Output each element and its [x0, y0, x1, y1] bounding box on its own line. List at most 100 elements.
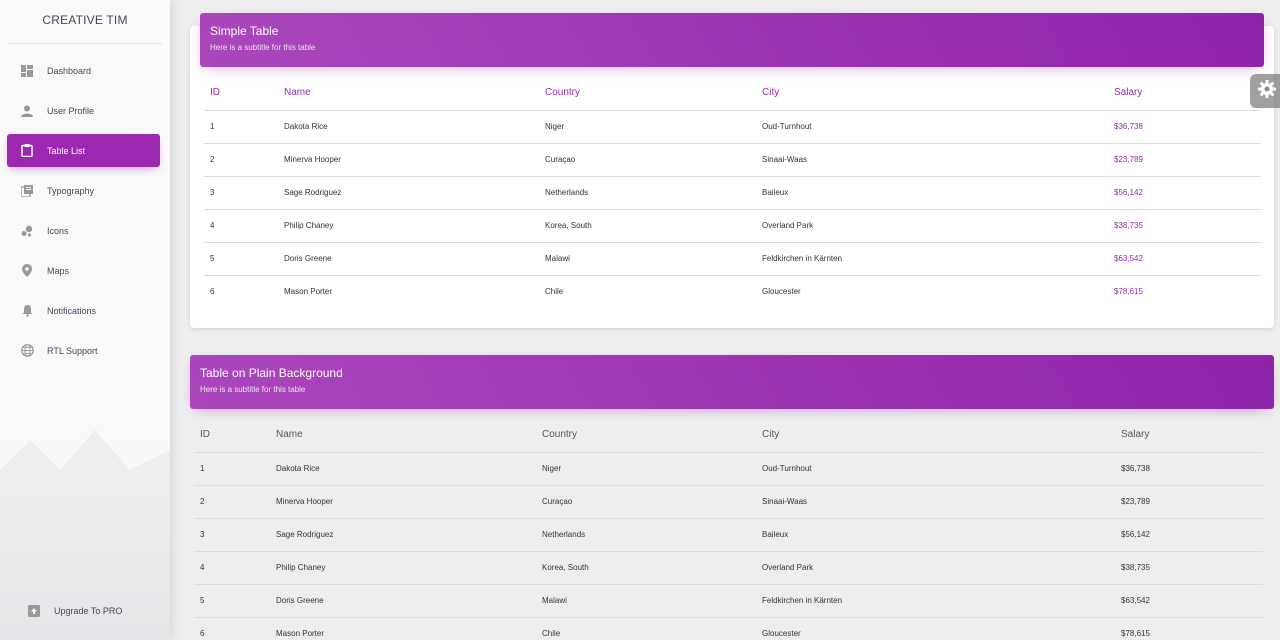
table-header-row: ID Name Country City Salary	[194, 418, 1263, 453]
table-row: 2 Minerva Hooper Curaçao Sinaai-Waas $23…	[194, 485, 1263, 519]
cell-id: 2	[204, 143, 278, 177]
sidebar-item-rtl-support[interactable]: RTL Support	[7, 334, 160, 367]
cell-name: Mason Porter	[284, 287, 333, 297]
table-row: 5 Doris Greene Malawi Feldkirchen in Kär…	[194, 584, 1263, 618]
sidebar-item-upgrade-to-pro[interactable]: Upgrade To PRO	[14, 594, 167, 627]
sidebar-item-notifications[interactable]: Notifications	[7, 294, 160, 327]
sidebar-nav: Dashboard User Profile Table List Typogr…	[0, 54, 170, 374]
column-header-city: City	[756, 76, 1108, 111]
cell-salary: $38,735	[1108, 209, 1261, 243]
cell-salary: $63,542	[1115, 584, 1263, 618]
card-title: Simple Table	[210, 24, 279, 38]
fixed-plugin-toggle[interactable]	[1250, 74, 1280, 108]
brand-logo-text[interactable]: CREATIVE TIM	[0, 0, 170, 44]
column-header-id: ID	[194, 418, 270, 453]
cell-country: Korea, South	[536, 551, 756, 585]
brand-divider	[8, 43, 162, 44]
cell-country: Chile	[545, 287, 564, 297]
column-header-name: Name	[278, 76, 539, 111]
sidebar-item-label: RTL Support	[47, 345, 98, 356]
cell-id: 6	[200, 629, 205, 639]
cell-id: 1	[204, 110, 278, 144]
simple-table-header: Simple Table Here is a subtitle for this…	[200, 13, 1264, 67]
cell-city: Overland Park	[756, 209, 1108, 243]
cell-city: Feldkirchen in Kärnten	[756, 584, 1115, 618]
table-row: 6 Mason Porter Chile Gloucester $78,615	[194, 617, 1263, 640]
cell-country: Chile	[542, 629, 561, 639]
cell-city: Sinaai-Waas	[756, 143, 1108, 177]
cell-name: Dakota Rice	[270, 452, 536, 486]
cell-salary: $23,789	[1108, 143, 1261, 177]
column-header-id: ID	[204, 76, 278, 111]
cell-name: Doris Greene	[278, 242, 539, 276]
column-header-country: Country	[539, 76, 756, 111]
sidebar-item-icons[interactable]: Icons	[7, 214, 160, 247]
cell-city: Oud-Turnhout	[756, 110, 1108, 144]
dashboard-icon	[20, 64, 34, 78]
column-header-salary: Salary	[1115, 418, 1263, 453]
cell-name: Minerva Hooper	[278, 143, 539, 177]
bubble-chart-icon	[20, 224, 34, 238]
column-header-salary: Salary	[1108, 76, 1261, 111]
table-row: 5 Doris Greene Malawi Feldkirchen in Kär…	[204, 242, 1261, 276]
sidebar-item-typography[interactable]: Typography	[7, 174, 160, 207]
table-header-row: ID Name Country City Salary	[204, 76, 1261, 111]
cell-salary: $78,615	[1121, 629, 1150, 639]
cell-id: 1	[194, 452, 270, 486]
cell-id: 3	[204, 176, 278, 210]
sidebar-item-table-list[interactable]: Table List	[7, 134, 160, 167]
sidebar-item-label: User Profile	[47, 105, 95, 116]
cell-id: 4	[194, 551, 270, 585]
cell-salary: $36,738	[1115, 452, 1263, 486]
cell-id: 2	[194, 485, 270, 519]
cell-country: Malawi	[539, 242, 756, 276]
cell-name: Mason Porter	[276, 629, 325, 639]
cell-city: Baileux	[756, 518, 1115, 552]
table-row: 1 Dakota Rice Niger Oud-Turnhout $36,738	[194, 452, 1263, 486]
column-header-country: Country	[536, 418, 756, 453]
library-books-icon	[20, 184, 34, 198]
cell-name: Minerva Hooper	[270, 485, 536, 519]
location-pin-icon	[20, 264, 34, 278]
cell-salary: $56,142	[1108, 176, 1261, 210]
sidebar-item-dashboard[interactable]: Dashboard	[7, 54, 160, 87]
cell-country: Netherlands	[536, 518, 756, 552]
column-header-name: Name	[270, 418, 536, 453]
sidebar-item-label: Upgrade To PRO	[54, 605, 123, 616]
cell-id: 5	[194, 584, 270, 618]
table-row: 3 Sage Rodriguez Netherlands Baileux $56…	[204, 176, 1261, 210]
cell-country: Niger	[536, 452, 756, 486]
sidebar-item-label: Dashboard	[47, 65, 92, 76]
sidebar-item-user-profile[interactable]: User Profile	[7, 94, 160, 127]
cell-city: Oud-Turnhout	[756, 452, 1115, 486]
main-content: Simple Table Here is a subtitle for this…	[170, 0, 1280, 640]
cell-name: Philip Chaney	[278, 209, 539, 243]
cell-country: Niger	[539, 110, 756, 144]
cell-id: 3	[194, 518, 270, 552]
cell-city: Overland Park	[756, 551, 1115, 585]
card-subtitle: Here is a subtitle for this table	[210, 43, 316, 52]
cell-name: Sage Rodriguez	[278, 176, 539, 210]
sidebar-item-label: Maps	[47, 265, 70, 276]
table-row: 1 Dakota Rice Niger Oud-Turnhout $36,738	[204, 110, 1261, 144]
cell-salary: $78,615	[1114, 287, 1143, 297]
cell-city: Sinaai-Waas	[756, 485, 1115, 519]
plain-background-table: ID Name Country City Salary 1 Dakota Ric…	[194, 418, 1263, 640]
gear-icon	[1258, 79, 1276, 103]
sidebar-item-label: Icons	[47, 225, 69, 236]
sidebar-item-maps[interactable]: Maps	[7, 254, 160, 287]
cell-salary: $38,735	[1115, 551, 1263, 585]
cell-country: Curaçao	[539, 143, 756, 177]
cell-salary: $36,738	[1108, 110, 1261, 144]
table-row: 6 Mason Porter Chile Gloucester $78,615	[204, 275, 1261, 308]
cell-id: 6	[210, 287, 215, 297]
card-title: Table on Plain Background	[200, 366, 343, 380]
sidebar-item-label: Typography	[47, 185, 95, 196]
globe-icon	[20, 344, 34, 358]
cell-country: Curaçao	[536, 485, 756, 519]
cell-country: Malawi	[536, 584, 756, 618]
cell-salary: $63,542	[1108, 242, 1261, 276]
bell-icon	[20, 304, 34, 318]
cell-salary: $23,789	[1115, 485, 1263, 519]
cell-city: Gloucester	[762, 629, 801, 639]
